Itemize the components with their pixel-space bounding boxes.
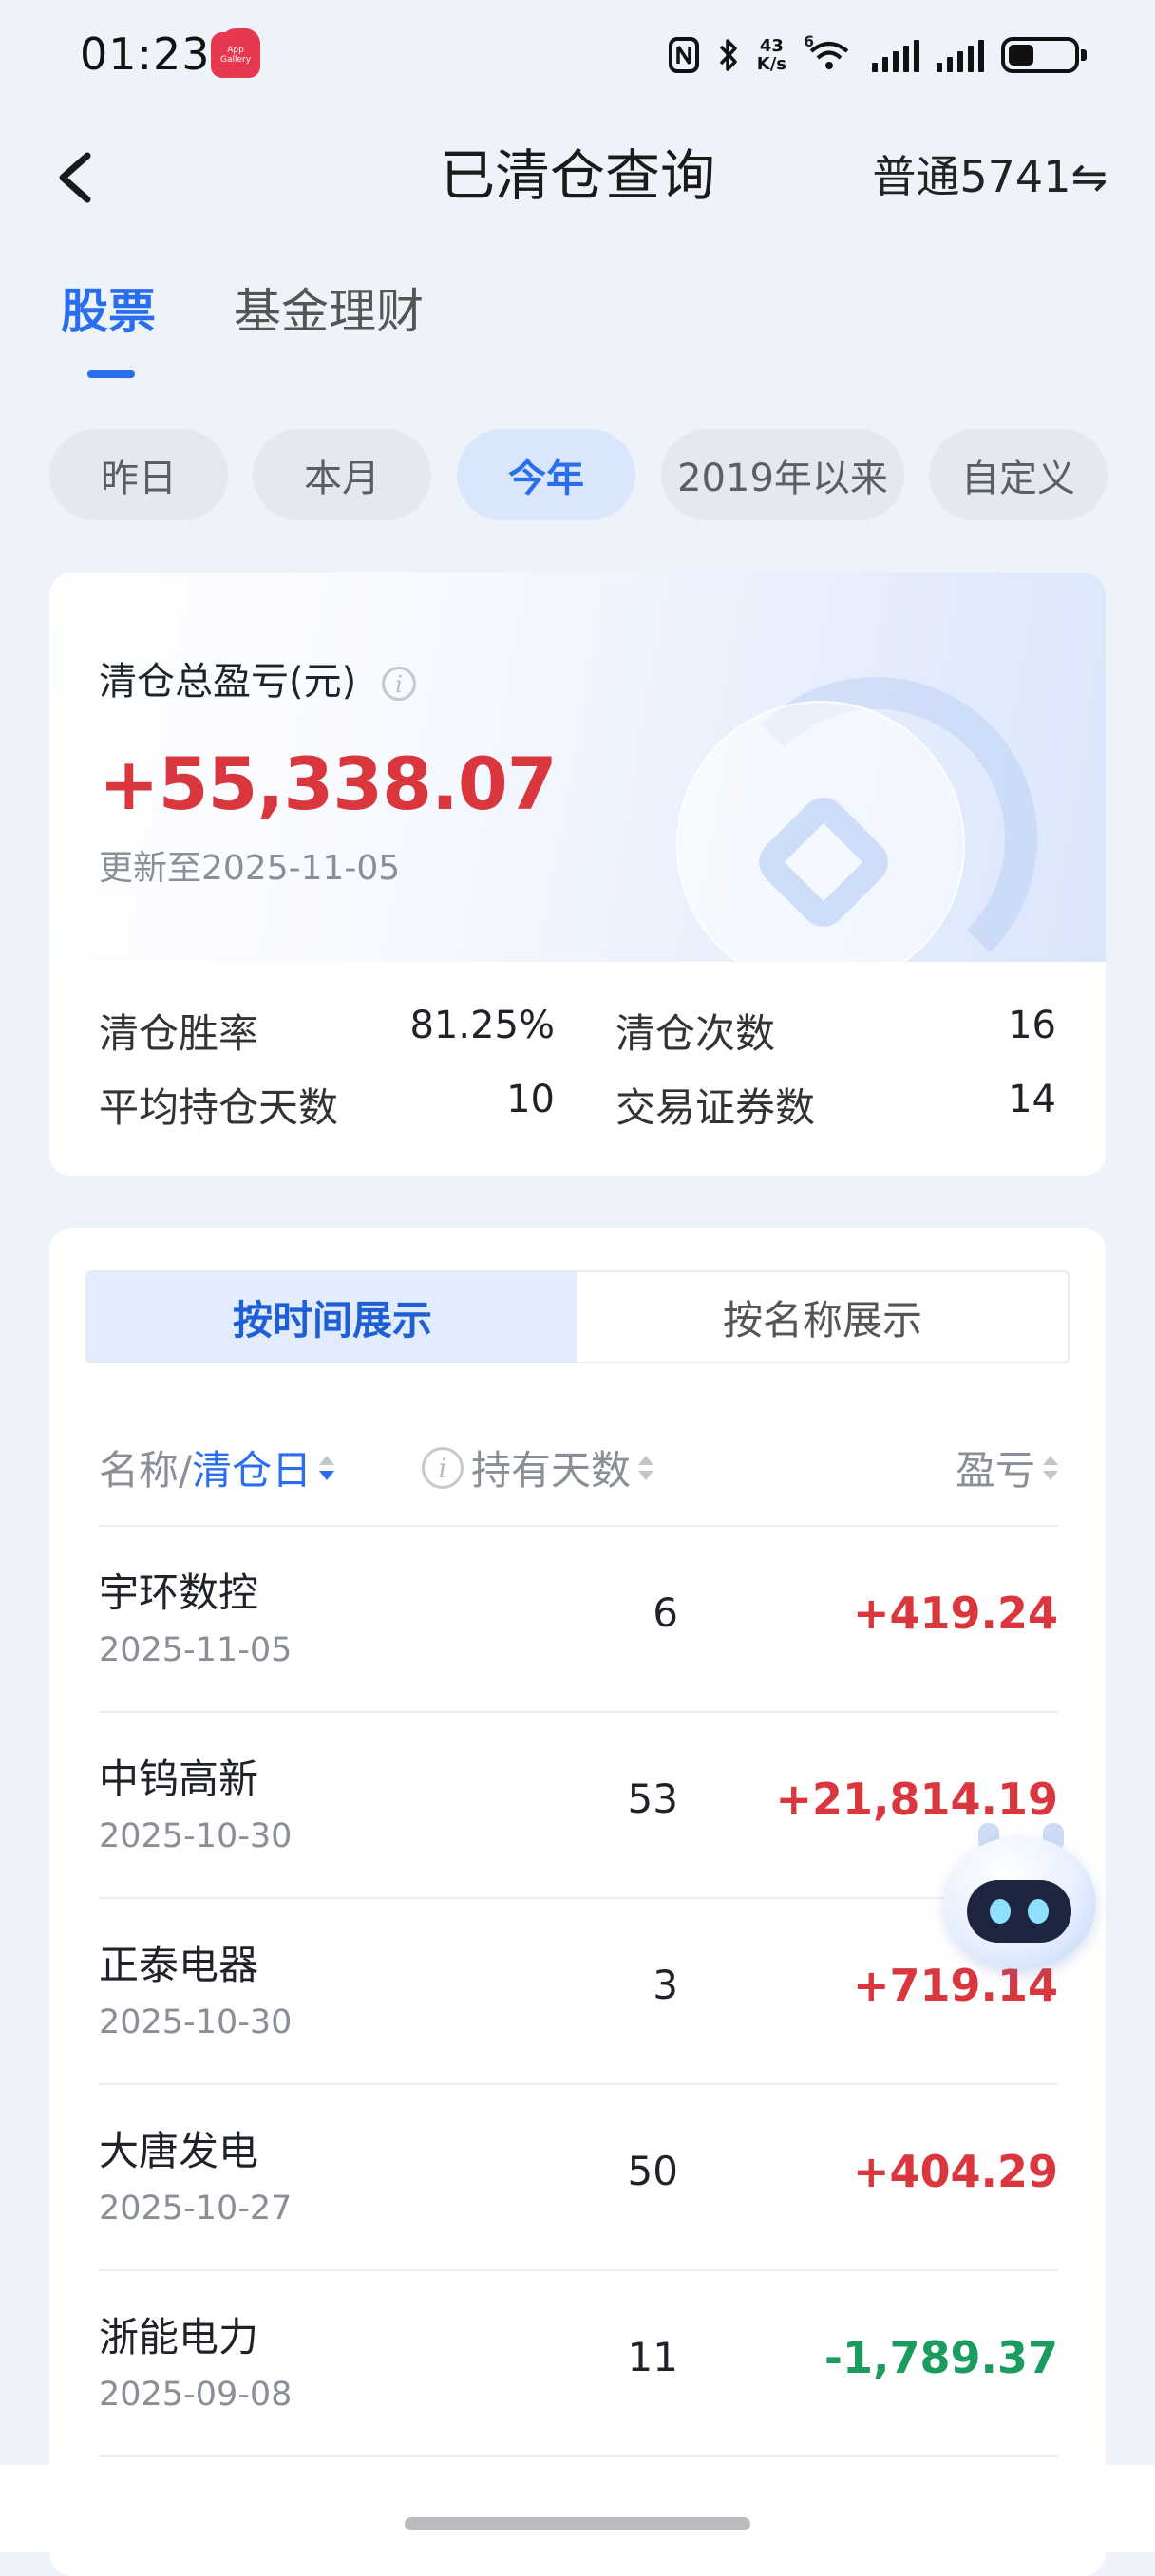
- stock-name: 中钨高新: [99, 1756, 259, 1802]
- period-custom-chip[interactable]: 自定义: [929, 429, 1108, 520]
- view-toggle: 按时间展示 按名称展示: [85, 1270, 1070, 1363]
- profit-loss: -1,789.37: [824, 2332, 1058, 2383]
- stock-name: 大唐发电: [99, 2128, 259, 2174]
- avg-hold-days-label: 平均持仓天数: [99, 1084, 339, 1131]
- home-indicator[interactable]: [405, 2517, 750, 2530]
- signal-icon: [872, 38, 919, 72]
- battery-icon: [1001, 37, 1087, 73]
- row-divider: [99, 2455, 1058, 2457]
- status-bar: 01:23 App Gallery 43 K/s 6: [0, 0, 1155, 114]
- net-speed: 43 K/s: [757, 37, 786, 73]
- bottom-bar: [0, 2465, 1155, 2552]
- view-by-time-button[interactable]: 按时间展示: [87, 1272, 578, 1362]
- column-hold-days[interactable]: i 持有天数: [422, 1438, 654, 1496]
- view-by-name-button[interactable]: 按名称展示: [578, 1272, 1068, 1362]
- wifi-icon: 6: [804, 32, 855, 74]
- clear-date: 2025-10-30: [99, 2003, 293, 2041]
- hold-days: 50: [627, 2148, 678, 2194]
- clear-date: 2025-10-30: [99, 1817, 293, 1855]
- status-icons: 43 K/s 6: [668, 28, 1087, 82]
- robot-eye: [990, 1899, 1011, 1924]
- column-pnl[interactable]: 盈亏: [956, 1438, 1058, 1496]
- column-days-label: 持有天数: [471, 1447, 632, 1494]
- column-name-date[interactable]: 名称/清仓日: [99, 1438, 335, 1496]
- hold-days: 6: [653, 1589, 678, 1636]
- app-gallery-label: App Gallery: [219, 46, 252, 65]
- win-rate-value: 81.25%: [409, 1004, 555, 1047]
- hold-days: 53: [627, 1776, 678, 1822]
- table-row[interactable]: 正泰电器 2025-10-30 3 +719.14: [99, 1899, 1058, 2085]
- table-row[interactable]: 浙能电力 2025-09-08 11 -1,789.37: [99, 2271, 1058, 2457]
- net-speed-value: 43: [759, 36, 784, 56]
- tab-funds[interactable]: 基金理财: [234, 273, 424, 342]
- wifi-badge: 6: [804, 32, 815, 50]
- tab-underline: [87, 370, 135, 378]
- app-gallery-icon: App Gallery: [211, 28, 260, 78]
- robot-icon: [944, 1836, 1096, 1969]
- profit-loss: +404.29: [852, 2146, 1058, 2197]
- win-rate-label: 清仓胜率: [99, 1010, 259, 1057]
- summary-label-row: 清仓总盈亏(元) i: [99, 650, 416, 705]
- robot-face: [967, 1880, 1071, 1943]
- summary-label: 清仓总盈亏(元): [99, 660, 357, 704]
- bluetooth-icon: [719, 39, 737, 71]
- stock-name: 宇环数控: [99, 1570, 259, 1616]
- sort-icon: [638, 1454, 654, 1482]
- securities-count-value: 14: [1008, 1078, 1056, 1121]
- account-switch-button[interactable]: 普通5741⇋: [872, 142, 1108, 205]
- signal-icon: [937, 38, 984, 72]
- status-time: 01:23: [80, 28, 211, 80]
- period-since-2019-chip[interactable]: 2019年以来: [661, 429, 904, 520]
- nfc-icon: [668, 37, 699, 73]
- securities-count-label: 交易证券数: [615, 1084, 816, 1131]
- info-icon[interactable]: i: [381, 667, 416, 701]
- stock-name: 浙能电力: [99, 2314, 259, 2360]
- summary-card: 清仓总盈亏(元) i +55,338.07 更新至2025-11-05 清仓胜率…: [49, 573, 1106, 1176]
- assistant-robot-button[interactable]: [938, 1823, 1100, 1975]
- sort-icon: [1043, 1454, 1058, 1482]
- period-this-month-chip[interactable]: 本月: [253, 429, 431, 520]
- profit-loss: +21,814.19: [775, 1774, 1058, 1825]
- clear-date: 2025-10-27: [99, 2190, 293, 2228]
- sort-icon: [319, 1454, 335, 1482]
- clear-count-value: 16: [1008, 1004, 1056, 1047]
- robot-eye: [1028, 1899, 1049, 1924]
- clear-date: 2025-11-05: [99, 1631, 293, 1669]
- total-profit-value: +55,338.07: [99, 742, 558, 826]
- net-speed-unit: K/s: [756, 54, 786, 74]
- column-date-label: 清仓日: [192, 1447, 312, 1494]
- hold-days: 11: [627, 2334, 678, 2380]
- tab-stocks[interactable]: 股票: [61, 273, 156, 342]
- clear-count-label: 清仓次数: [615, 1010, 776, 1057]
- avg-hold-days-value: 10: [506, 1078, 555, 1121]
- table-row[interactable]: 宇环数控 2025-11-05 6 +419.24: [99, 1527, 1058, 1713]
- stock-name: 正泰电器: [99, 1942, 259, 1988]
- clear-date: 2025-09-08: [99, 2376, 293, 2414]
- table-row[interactable]: 中钨高新 2025-10-30 53 +21,814.19: [99, 1713, 1058, 1899]
- table-row[interactable]: 大唐发电 2025-10-27 50 +404.29: [99, 2085, 1058, 2271]
- column-name-label: 名称/: [99, 1447, 193, 1494]
- info-icon[interactable]: i: [422, 1446, 464, 1489]
- update-date: 更新至2025-11-05: [99, 849, 401, 888]
- period-this-year-chip[interactable]: 今年: [457, 429, 635, 520]
- profit-loss: +419.24: [852, 1588, 1058, 1639]
- column-pnl-label: 盈亏: [955, 1447, 1035, 1494]
- period-yesterday-chip[interactable]: 昨日: [49, 429, 228, 520]
- hold-days: 3: [653, 1962, 678, 2008]
